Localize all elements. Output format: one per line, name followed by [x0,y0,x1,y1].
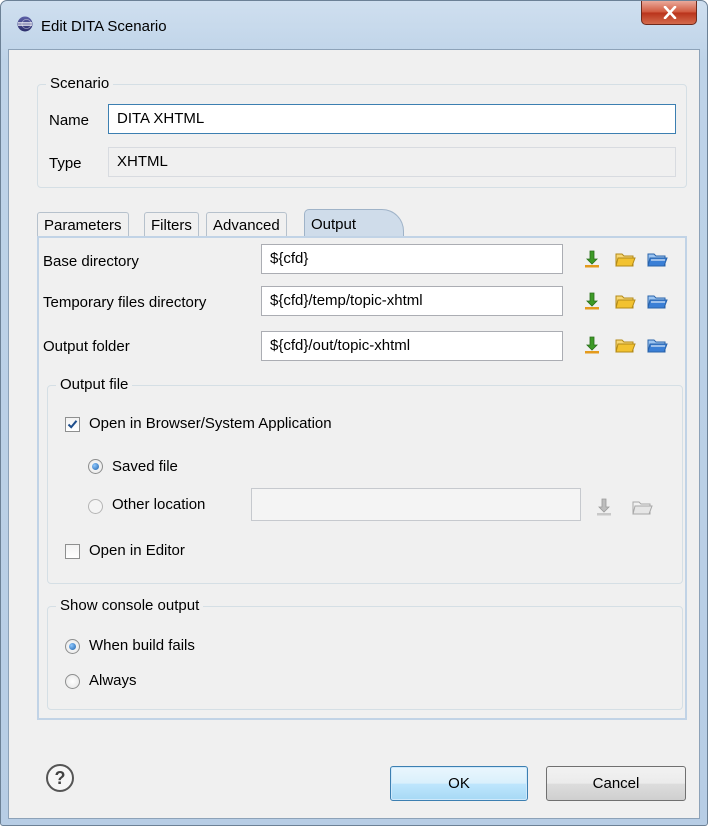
insert-variable-icon-disabled[interactable] [593,496,615,518]
tab-strip: Parameters Filters Advanced Output [37,209,708,239]
browse-folder-icon[interactable] [614,248,636,270]
insert-variable-icon[interactable] [581,248,603,270]
name-label: Name [49,112,90,129]
other-location-radio[interactable] [88,499,103,514]
saved-file-label[interactable]: Saved file [112,458,178,475]
window-title: Edit DITA Scenario [41,18,167,35]
base-directory-label: Base directory [43,253,139,270]
open-browser-label[interactable]: Open in Browser/System Application [89,415,332,432]
output-folder-label: Output folder [43,338,130,355]
open-editor-checkbox[interactable] [65,544,80,559]
title-bar[interactable]: Edit DITA Scenario [1,1,707,41]
output-file-legend: Output file [56,376,133,393]
tab-advanced[interactable]: Advanced [206,212,287,238]
tab-filters-label: Filters [151,217,192,234]
close-button[interactable] [641,1,697,25]
tab-advanced-label: Advanced [213,217,280,234]
open-editor-label[interactable]: Open in Editor [89,542,185,559]
eclipse-app-icon [17,16,33,32]
type-field: XHTML [108,147,676,177]
base-directory-input[interactable]: ${cfd} [261,244,563,274]
checkmark-icon [67,420,78,429]
radio-selected-dot [92,463,99,470]
scenario-legend: Scenario [46,75,114,92]
help-icon[interactable]: ? [45,763,75,793]
saved-file-radio[interactable] [88,459,103,474]
always-label[interactable]: Always [89,672,137,689]
insert-variable-icon[interactable] [581,290,603,312]
tab-output[interactable]: Output [304,209,404,239]
tab-parameters[interactable]: Parameters [37,212,129,238]
help-glyph: ? [55,768,66,788]
tab-output-label: Output [311,216,357,233]
browse-folder-icon-disabled[interactable] [631,496,653,518]
browse-workspace-icon[interactable] [646,248,668,270]
console-output-group: Show console output [47,597,683,710]
type-label: Type [49,155,82,172]
radio-selected-dot [69,643,76,650]
when-build-fails-radio[interactable] [65,639,80,654]
browse-folder-icon[interactable] [614,290,636,312]
temp-directory-label: Temporary files directory [43,294,207,311]
other-location-label[interactable]: Other location [112,496,205,513]
when-build-fails-label[interactable]: When build fails [89,637,195,654]
console-output-legend: Show console output [56,597,204,614]
ok-button[interactable]: OK [390,766,528,801]
browse-workspace-icon[interactable] [646,334,668,356]
browse-folder-icon[interactable] [614,334,636,356]
name-input[interactable]: DITA XHTML [108,104,676,134]
other-location-input[interactable] [251,488,581,521]
always-radio[interactable] [65,674,80,689]
insert-variable-icon[interactable] [581,334,603,356]
tab-parameters-label: Parameters [44,217,122,234]
tab-filters[interactable]: Filters [144,212,199,238]
browse-workspace-icon[interactable] [646,290,668,312]
output-folder-input[interactable]: ${cfd}/out/topic-xhtml [261,331,563,361]
open-browser-checkbox[interactable] [65,417,80,432]
close-icon [663,6,677,19]
cancel-button[interactable]: Cancel [546,766,686,801]
temp-directory-input[interactable]: ${cfd}/temp/topic-xhtml [261,286,563,316]
